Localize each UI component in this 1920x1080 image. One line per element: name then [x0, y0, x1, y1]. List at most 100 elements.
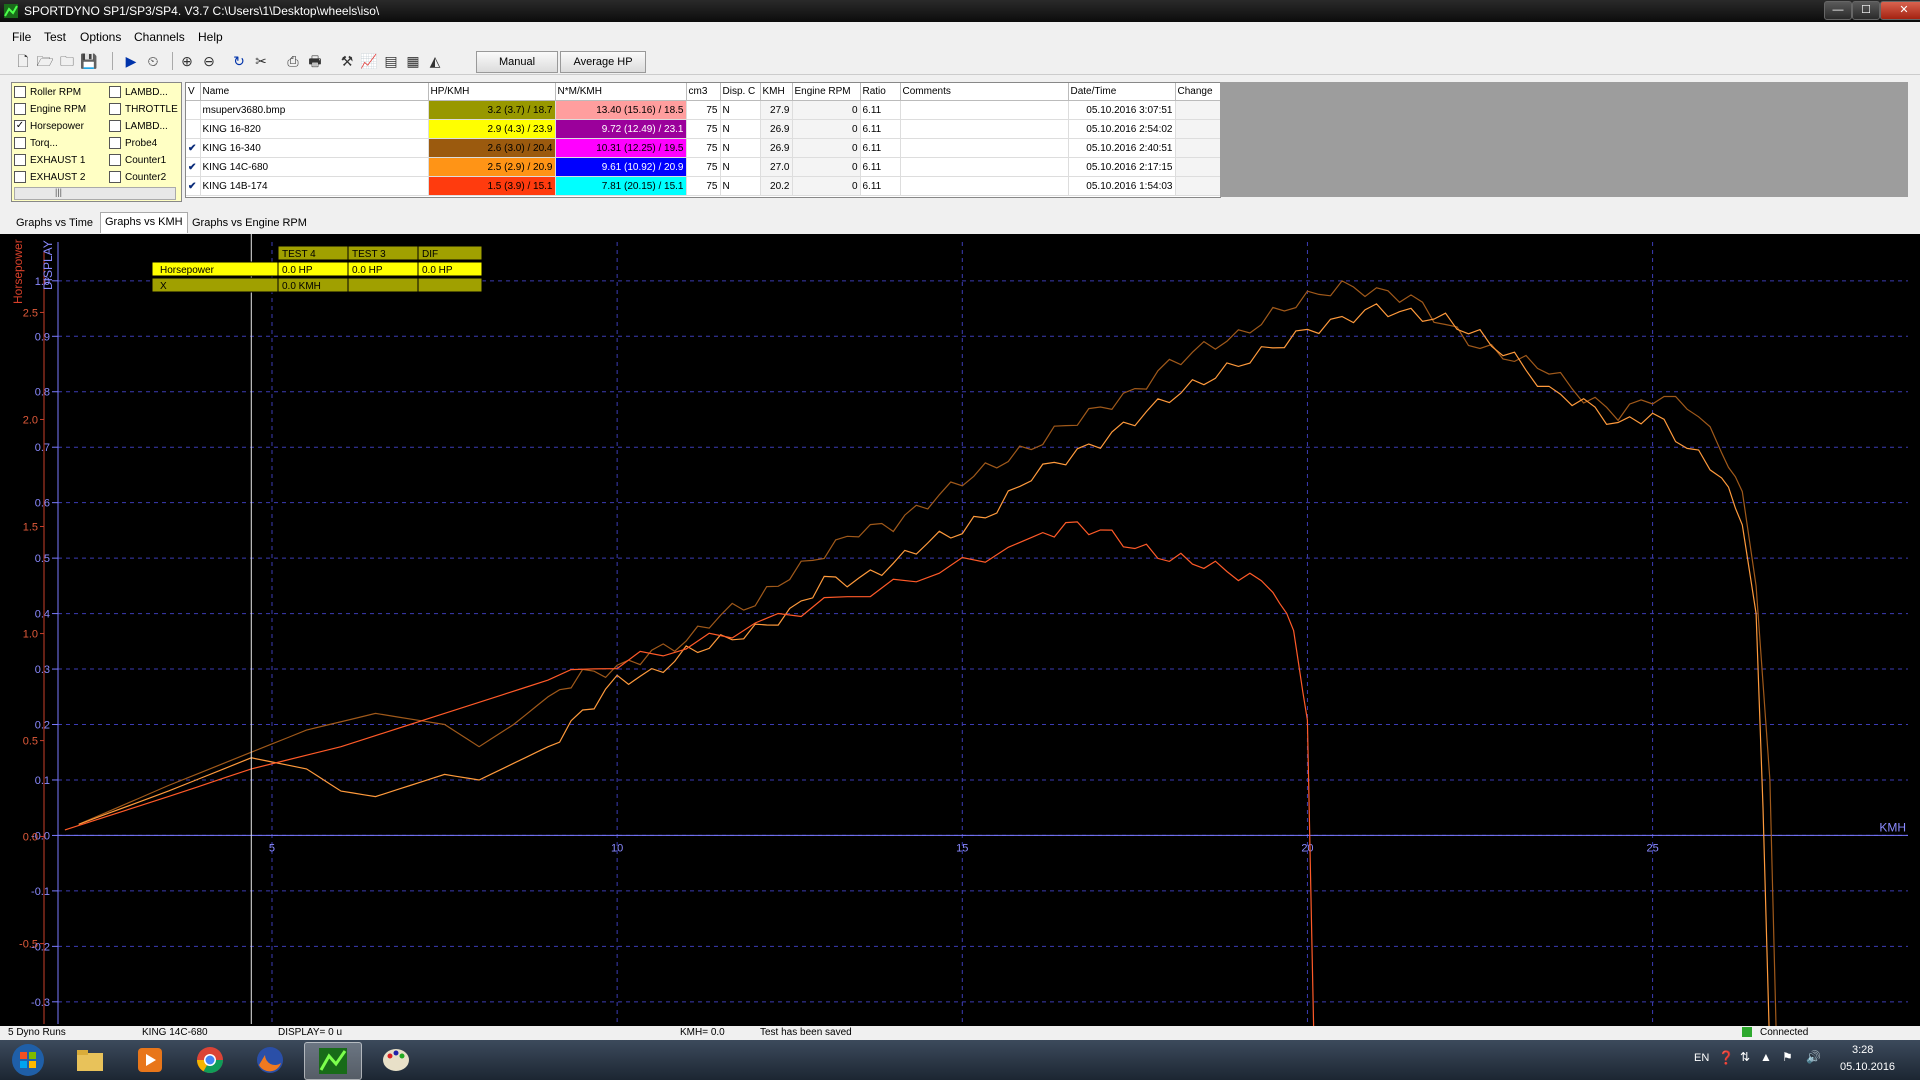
channel-item[interactable]: LAMBD... — [109, 119, 168, 133]
menu-options[interactable]: Options — [80, 30, 121, 44]
paint-taskbar-button[interactable] — [368, 1042, 424, 1078]
runs-column-header[interactable]: Change — [1175, 83, 1221, 101]
run-visible-checkbox[interactable] — [186, 119, 201, 139]
runs-table-row[interactable]: msuperv3680.bmp 3.2 (3.7) / 18.7 13.40 (15… — [186, 100, 1221, 120]
runs-table-row[interactable]: ✔ KING 16-340 2.6 (3.0) / 20.4 10.31 (12.25… — [186, 138, 1221, 158]
channel-checkbox[interactable] — [109, 137, 121, 149]
menu-help[interactable]: Help — [198, 30, 223, 44]
runs-column-header[interactable]: N*M/KMH — [555, 83, 687, 101]
runs-column-header[interactable]: HP/KMH — [428, 83, 556, 101]
save-icon[interactable]: 💾 — [80, 52, 98, 70]
open-folder-icon[interactable]: 🗁 — [36, 52, 54, 70]
tab-graphs-vs-engine-rpm[interactable]: Graphs vs Engine RPM — [188, 214, 311, 232]
dyno-chart[interactable]: 1.00.90.80.70.60.50.40.30.20.1-0.0-0.1-0… — [0, 234, 1920, 1061]
channel-item[interactable]: THROTTLE — [109, 102, 178, 116]
channel-checkbox[interactable] — [109, 154, 121, 166]
channel-item[interactable]: Probe4 — [109, 136, 157, 150]
tab-graphs-vs-time[interactable]: Graphs vs Time — [12, 214, 97, 232]
menu-file[interactable]: File — [12, 30, 31, 44]
runs-column-header[interactable]: Ratio — [860, 83, 901, 101]
run-cm3: 75 — [686, 157, 721, 177]
runs-column-header[interactable]: Disp. C — [720, 83, 761, 101]
play-icon[interactable]: ▶ — [122, 52, 140, 70]
run-visible-checkbox[interactable]: ✔ — [186, 176, 201, 196]
maximize-button[interactable]: ☐ — [1852, 1, 1880, 20]
channel-checkbox[interactable] — [109, 120, 121, 132]
open-all-icon[interactable]: 🗀 — [58, 52, 76, 70]
channel-checkbox[interactable] — [14, 86, 26, 98]
graph-area[interactable]: 1.0 0.9 0.8 0.7 0.6 0.5 0.4 0.3 0.2 0.1 -0.0 -0.1 -0… — [0, 234, 1920, 1061]
runs-table-row[interactable]: ✔ KING 14C-680 2.5 (2.9) / 20.9 9.61 (10.92… — [186, 157, 1221, 177]
run-visible-checkbox[interactable]: ✔ — [186, 138, 201, 158]
channel-item[interactable]: Counter1 — [109, 153, 166, 167]
run-torque-value: 13.40 (15.16) / 18.5 — [555, 100, 687, 120]
explorer-taskbar-button[interactable] — [62, 1042, 118, 1078]
help-icon[interactable]: ❓ — [1718, 1050, 1734, 1066]
scrollbar-thumb[interactable]: ||| — [55, 187, 62, 197]
sportdyno-taskbar-button[interactable] — [304, 1042, 362, 1080]
display-tick-label: 0.6 — [35, 498, 50, 510]
print-preview-icon[interactable]: ⎙ — [284, 52, 302, 70]
firefox-taskbar-button[interactable] — [242, 1042, 298, 1078]
volume-icon[interactable]: 🔊 — [1806, 1050, 1821, 1064]
minimize-button[interactable]: — — [1824, 1, 1852, 20]
channel-scrollbar[interactable]: ||| — [14, 187, 176, 200]
channel-checkbox[interactable] — [14, 154, 26, 166]
channel-item[interactable]: EXHAUST 1 — [14, 153, 85, 167]
manual-button[interactable]: Manual — [476, 51, 558, 73]
channel-checkbox[interactable] — [109, 103, 121, 115]
runs-column-header[interactable]: Engine RPM — [792, 83, 861, 101]
cut-icon[interactable]: ✂ — [252, 52, 270, 70]
channel-item[interactable]: LAMBD... — [109, 85, 168, 99]
channel-item[interactable]: Torq... — [14, 136, 58, 150]
run-visible-checkbox[interactable]: ✔ — [186, 157, 201, 177]
runs-table-row[interactable]: KING 16-820 2.9 (4.3) / 23.9 9.72 (12.49) … — [186, 119, 1221, 139]
channel-checkbox[interactable] — [109, 86, 121, 98]
channel-item[interactable]: ✓ Horsepower — [14, 119, 84, 133]
display-tick-label: 0.5 — [35, 553, 50, 565]
average-hp-button[interactable]: Average HP — [560, 51, 646, 73]
channel-item[interactable]: EXHAUST 2 — [14, 170, 85, 184]
runs-column-header[interactable]: Name — [200, 83, 429, 101]
channel-checkbox[interactable]: ✓ — [14, 120, 26, 132]
clock-date[interactable]: 05.10.2016 — [1840, 1061, 1895, 1073]
menu-test[interactable]: Test — [44, 30, 66, 44]
menu-channels[interactable]: Channels — [134, 30, 185, 44]
close-button[interactable]: ✕ — [1880, 1, 1920, 20]
action-center-icon[interactable]: ⚑ — [1782, 1050, 1793, 1064]
clock-icon[interactable]: ⏲ — [144, 52, 162, 70]
runs-column-header[interactable]: V — [186, 83, 201, 101]
runs-column-header[interactable]: KMH — [760, 83, 793, 101]
run-visible-checkbox[interactable] — [186, 100, 201, 120]
tab-graphs-vs-kmh[interactable]: Graphs vs KMH — [100, 212, 188, 233]
show-hidden-icons-icon[interactable]: ▲ — [1760, 1050, 1772, 1064]
zoom-in-icon[interactable]: ⊕ — [178, 52, 196, 70]
channel-checkbox[interactable] — [14, 137, 26, 149]
channel-checkbox[interactable] — [109, 171, 121, 183]
channel-checkbox[interactable] — [14, 171, 26, 183]
runs-table-row[interactable]: ✔ KING 14B-174 1.5 (3.9) / 15.1 7.81 (20.15… — [186, 176, 1221, 196]
zoom-out-icon[interactable]: ⊖ — [200, 52, 218, 70]
clock-time[interactable]: 3:28 — [1852, 1044, 1873, 1056]
runs-column-header[interactable]: Comments — [900, 83, 1069, 101]
network-icon[interactable]: ⇅ — [1740, 1050, 1750, 1064]
runs-column-header[interactable]: Date/Time — [1068, 83, 1176, 101]
chart-icon[interactable]: ▦ — [404, 52, 422, 70]
channel-checkbox[interactable] — [14, 103, 26, 115]
graph-icon[interactable]: 📈 — [360, 52, 378, 70]
dyno-icon[interactable]: ◭ — [426, 52, 444, 70]
print-icon[interactable]: 🖶 — [306, 52, 324, 70]
media-player-taskbar-button[interactable] — [122, 1042, 178, 1078]
status-display: DISPLAY= 0 u — [278, 1027, 343, 1038]
tools-icon[interactable]: ⚒ — [338, 52, 356, 70]
channel-item[interactable]: Engine RPM — [14, 102, 86, 116]
chrome-taskbar-button[interactable] — [182, 1042, 238, 1078]
language-indicator[interactable]: EN — [1694, 1052, 1709, 1064]
new-file-icon[interactable]: 🗋 — [14, 52, 32, 70]
channel-item[interactable]: Counter2 — [109, 170, 166, 184]
refresh-icon[interactable]: ↻ — [230, 52, 248, 70]
runs-column-header[interactable]: cm3 — [686, 83, 721, 101]
settings-icon[interactable]: ▤ — [382, 52, 400, 70]
channel-item[interactable]: Roller RPM — [14, 85, 81, 99]
start-button[interactable] — [4, 1042, 52, 1078]
